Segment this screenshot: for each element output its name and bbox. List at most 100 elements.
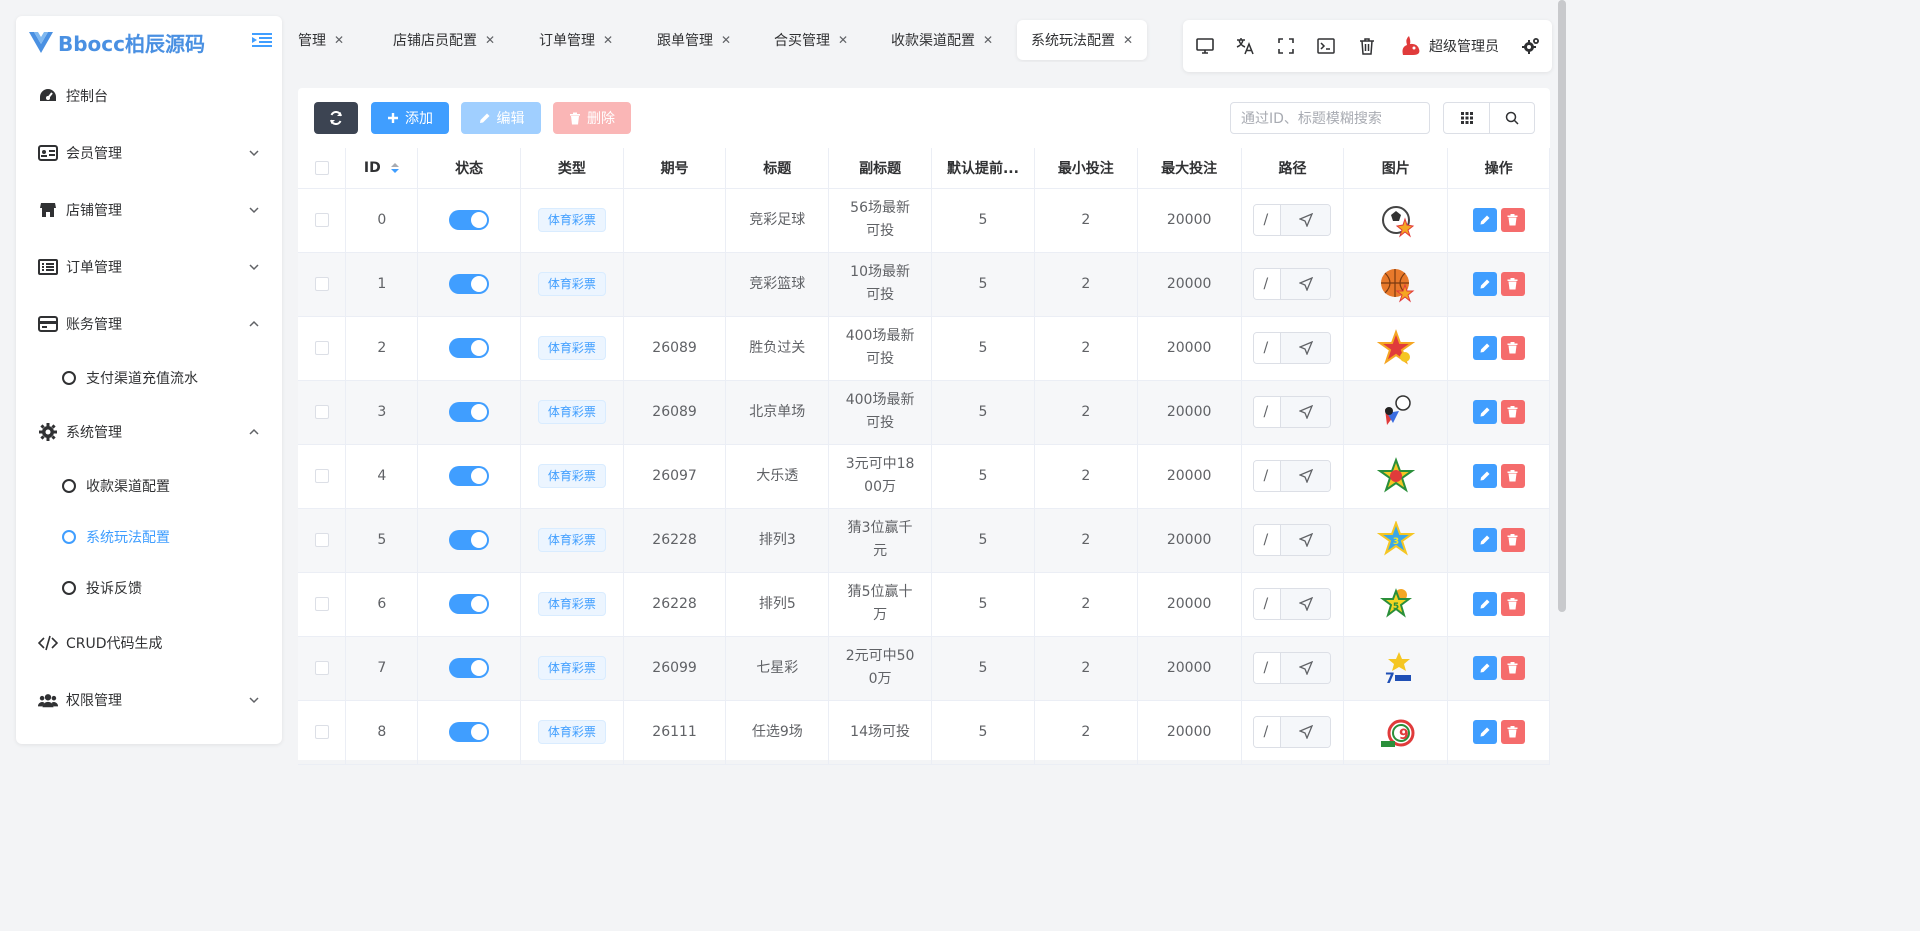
table-row[interactable]: 2 体育彩票 26089 胜负过关 400场最新可投 5 2 20000/ [298,316,1550,381]
tab-store-staff[interactable]: 店铺店员配置 ✕ [379,20,509,60]
sidebar-item-dashboard[interactable]: 控制台 [16,76,282,116]
sidebar-item-stores[interactable]: 店铺管理 [16,190,282,230]
row-checkbox[interactable] [314,596,329,611]
column-header-id[interactable]: ID [345,148,419,189]
row-edit-button[interactable] [1472,208,1497,232]
lottery-logo-image[interactable]: 7 [1377,649,1415,687]
row-edit-button[interactable] [1472,528,1497,552]
trash-icon[interactable] [1357,36,1377,56]
path-input[interactable]: / [1254,525,1281,555]
tab-payment-channels[interactable]: 收款渠道配置 ✕ [877,20,1007,60]
status-toggle[interactable] [449,401,490,422]
path-input[interactable]: / [1254,653,1281,683]
gears-icon[interactable] [1521,36,1541,56]
terminal-icon[interactable] [1316,36,1336,56]
row-checkbox[interactable] [314,340,329,355]
sidebar-subitem-payment-flow[interactable]: 支付渠道充值流水 [16,360,282,396]
row-delete-button[interactable] [1500,336,1525,360]
search-input[interactable]: 通过ID、标题模糊搜索 [1230,102,1430,134]
path-navigate-button[interactable] [1280,269,1331,299]
lottery-logo-image[interactable] [1376,329,1415,367]
row-delete-button[interactable] [1500,656,1525,680]
header-checkbox-cell[interactable] [298,148,347,189]
path-navigate-button[interactable] [1280,653,1331,683]
row-checkbox-cell[interactable] [298,636,347,701]
menu-fold-icon[interactable] [252,32,272,48]
tab-group-buy[interactable]: 合买管理 ✕ [760,20,862,60]
row-checkbox-cell[interactable] [298,508,347,573]
row-edit-button[interactable] [1472,464,1497,488]
row-checkbox[interactable] [314,404,329,419]
row-delete-button[interactable] [1500,208,1525,232]
row-checkbox[interactable] [314,212,329,227]
select-all-checkbox[interactable] [314,160,329,175]
path-input[interactable]: / [1254,333,1281,363]
row-edit-button[interactable] [1472,656,1497,680]
close-icon[interactable]: ✕ [485,33,495,47]
row-delete-button[interactable] [1500,464,1525,488]
status-toggle[interactable] [449,337,490,358]
path-input[interactable]: / [1254,269,1281,299]
row-delete-button[interactable] [1500,720,1525,744]
status-toggle[interactable] [449,209,490,230]
close-icon[interactable]: ✕ [721,33,731,47]
path-input[interactable]: / [1254,589,1281,619]
lottery-logo-image[interactable] [1377,265,1415,303]
row-checkbox-cell[interactable] [298,316,347,381]
path-navigate-button[interactable] [1280,397,1331,427]
path-navigate-button[interactable] [1280,333,1331,363]
close-icon[interactable]: ✕ [983,33,993,47]
delete-button[interactable]: 删除 [553,102,631,134]
user-name[interactable]: 超级管理员 [1429,36,1499,56]
lottery-logo-image[interactable] [1377,201,1415,239]
fullscreen-icon[interactable] [1276,36,1296,56]
lottery-logo-image[interactable]: 3 [1376,521,1415,559]
path-navigate-button[interactable] [1280,717,1331,747]
path-navigate-button[interactable] [1280,525,1331,555]
row-delete-button[interactable] [1500,592,1525,616]
row-checkbox-cell[interactable] [298,380,347,445]
row-checkbox-cell[interactable] [298,572,347,637]
row-delete-button[interactable] [1500,400,1525,424]
close-icon[interactable]: ✕ [1123,33,1133,47]
tab-follow-orders[interactable]: 跟单管理 ✕ [643,20,745,60]
table-row[interactable]: 5 体育彩票 26228 排列3 猜3位赢千元 5 2 20000/3 [298,508,1550,573]
close-icon[interactable]: ✕ [603,33,613,47]
sort-icon[interactable] [390,161,400,175]
path-navigate-button[interactable] [1280,589,1331,619]
row-edit-button[interactable] [1472,720,1497,744]
row-edit-button[interactable] [1472,336,1497,360]
path-navigate-button[interactable] [1280,461,1331,491]
column-toggle-button[interactable] [1443,102,1490,134]
table-row[interactable]: 3 体育彩票 26089 北京单场 400场最新可投 5 2 20000 / [298,380,1550,445]
row-delete-button[interactable] [1500,272,1525,296]
table-row[interactable]: 6 体育彩票 26228 排列5 猜5位赢十万 5 2 20000/5 [298,572,1550,637]
path-input[interactable]: / [1254,717,1281,747]
status-toggle[interactable] [449,273,490,294]
row-checkbox-cell[interactable] [298,188,347,253]
sidebar-item-system[interactable]: 系统管理 [16,412,282,452]
sidebar-item-crud[interactable]: CRUD代码生成 [16,623,282,663]
row-checkbox[interactable] [314,276,329,291]
status-toggle[interactable] [449,465,490,486]
sidebar-item-orders[interactable]: 订单管理 [16,247,282,287]
status-toggle[interactable] [449,593,490,614]
table-row[interactable]: 7 体育彩票 26099 七星彩 2元可中500万 5 2 20000 / 7 [298,636,1550,701]
status-toggle[interactable] [449,657,490,678]
row-delete-button[interactable] [1500,528,1525,552]
edit-button[interactable]: 编辑 [461,102,541,134]
tab-orders[interactable]: 订单管理 ✕ [525,20,627,60]
translate-icon[interactable] [1235,36,1255,56]
close-icon[interactable]: ✕ [334,33,344,47]
table-row[interactable]: 0 体育彩票 竞彩足球 56场最新可投 5 2 20000 / [298,188,1550,253]
row-edit-button[interactable] [1472,400,1497,424]
row-checkbox-cell[interactable] [298,444,347,509]
sidebar-subitem-payment-channels[interactable]: 收款渠道配置 [16,468,282,504]
tab-game-config[interactable]: 系统玩法配置 ✕ [1017,20,1148,60]
sidebar-item-finance[interactable]: 账务管理 [16,304,282,344]
monitor-icon[interactable] [1195,36,1215,56]
sidebar-item-permissions[interactable]: 权限管理 [16,680,282,720]
path-input[interactable]: / [1254,205,1281,235]
row-checkbox[interactable] [314,724,329,739]
refresh-button[interactable] [314,102,358,134]
